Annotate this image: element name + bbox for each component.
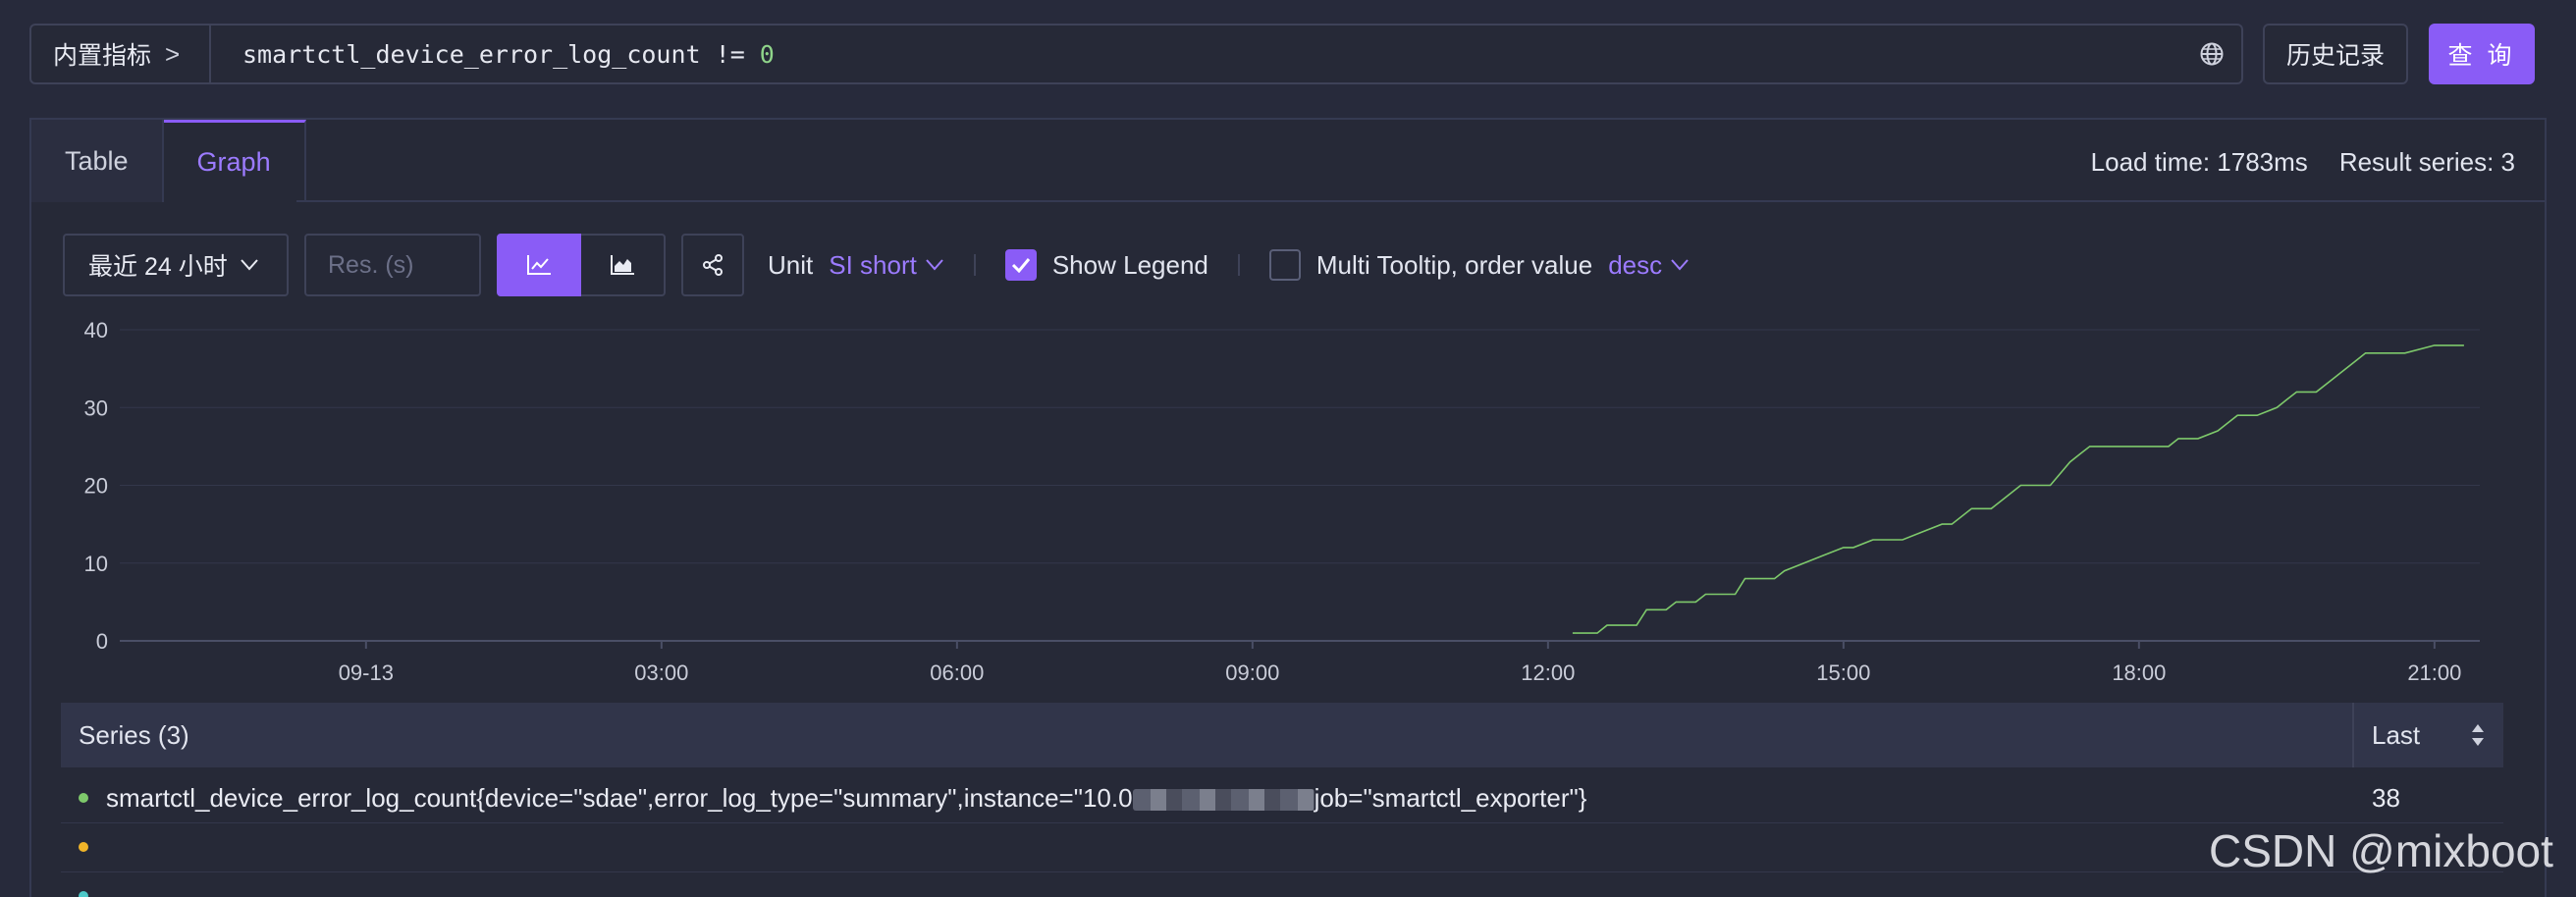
series-row[interactable]	[61, 822, 2503, 871]
series-count-title: Series (3)	[79, 719, 189, 750]
page-root: 内置指标 > smartctl_device_error_log_count !…	[0, 0, 2576, 897]
series-color-dot	[79, 793, 88, 803]
x-tick-label: 21:00	[2407, 660, 2461, 685]
watermark: CSDN @mixboot	[2209, 825, 2553, 876]
x-tick-label: 03:00	[634, 660, 688, 685]
y-tick-label: 20	[84, 474, 108, 499]
series-name-prefix: smartctl_device_error_log_count{device="…	[106, 782, 1133, 813]
y-tick-label: 10	[84, 552, 108, 576]
series-line	[1572, 344, 2464, 634]
series-last-value: 38	[2372, 782, 2400, 813]
series-color-dot	[79, 842, 88, 852]
series-row[interactable]: smartctl_device_error_log_count{device="…	[61, 773, 2503, 822]
series-row[interactable]	[61, 871, 2503, 897]
x-tick-label: 09-13	[339, 660, 394, 685]
last-column-header[interactable]: Last	[2352, 703, 2503, 767]
redacted-ip	[1132, 788, 1315, 811]
y-tick-label: 0	[96, 629, 108, 654]
x-tick-label: 06:00	[930, 660, 984, 685]
last-column-label: Last	[2372, 719, 2421, 750]
series-name: smartctl_device_error_log_count{device="…	[106, 783, 2352, 814]
x-tick-label: 09:00	[1225, 660, 1279, 685]
time-series-chart[interactable]: 0 10 20 30 40 09-13 03:00 06:00 09:00 12:00 15:00 1…	[0, 0, 2576, 701]
x-tick-label: 15:00	[1816, 660, 1870, 685]
y-tick-label: 30	[84, 396, 108, 420]
y-tick-label: 40	[84, 318, 108, 343]
series-color-dot	[79, 891, 88, 897]
series-table-header: Series (3) Last	[61, 703, 2503, 767]
x-tick-label: 18:00	[2112, 660, 2166, 685]
series-name-suffix: job="smartctl_exporter"}	[1314, 782, 1587, 813]
sort-icon	[2470, 722, 2486, 748]
x-tick-label: 12:00	[1521, 660, 1575, 685]
